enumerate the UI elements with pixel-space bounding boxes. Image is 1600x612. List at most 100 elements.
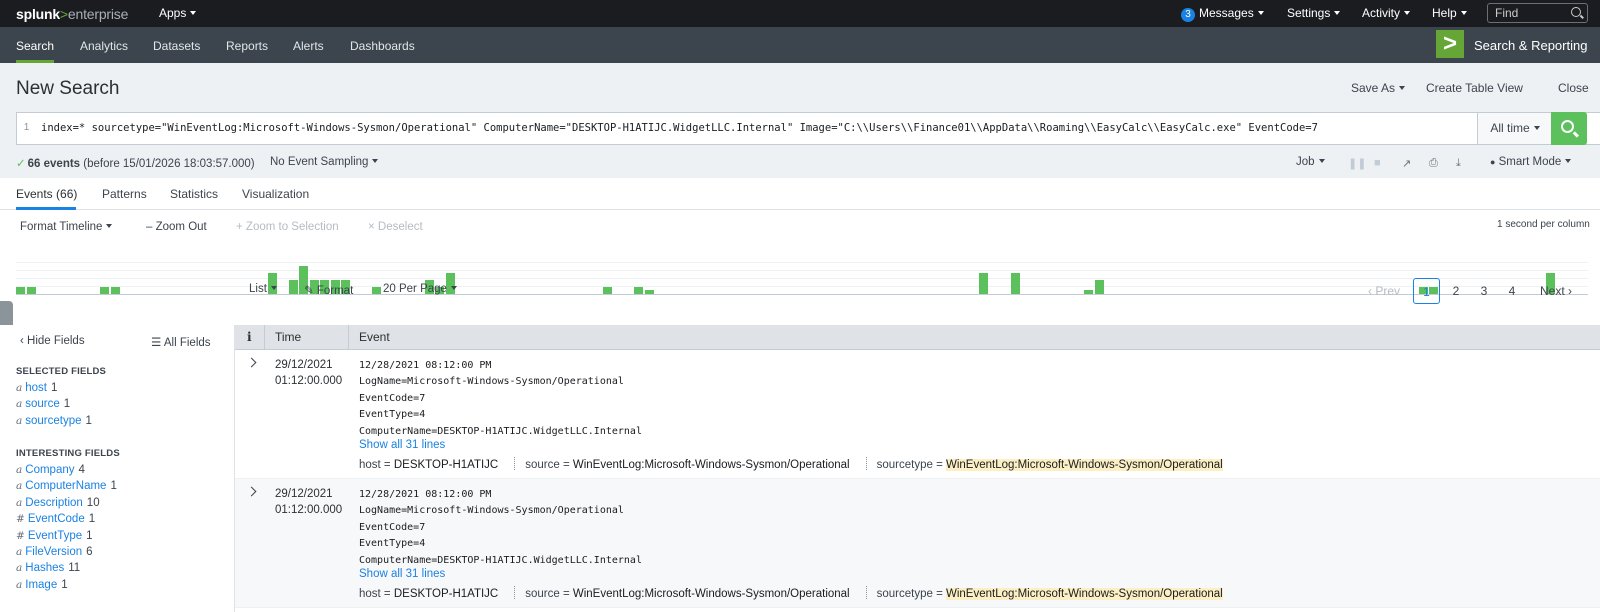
- sourcetype-value[interactable]: WinEventLog:Microsoft-Windows-Sysmon/Ope…: [946, 459, 1223, 471]
- field-item-eventtype[interactable]: # EventType 1: [16, 530, 93, 542]
- table-row: 29/12/2021 01:12:00.000 12/28/2021 08:12:0…: [235, 479, 1600, 608]
- save-as-button[interactable]: Save As: [1351, 81, 1406, 95]
- activity-menu[interactable]: Activity: [1362, 6, 1411, 20]
- messages-count-badge: 3: [1181, 8, 1195, 22]
- field-item-source[interactable]: a source 1: [16, 398, 70, 410]
- search-query-input[interactable]: index=* sourcetype="WinEventLog:Microsof…: [41, 122, 1318, 134]
- host-value[interactable]: DESKTOP-H1ATIJC: [394, 588, 498, 600]
- events-table: i Time Event 29/12/2021 01:12:00.000 12/28…: [235, 325, 1600, 612]
- next-page-button[interactable]: Next ›: [1536, 278, 1576, 304]
- zoom-to-selection-button[interactable]: + Zoom to Selection: [236, 221, 339, 233]
- all-fields-button[interactable]: ☰ All Fields: [151, 335, 211, 349]
- page-2-button[interactable]: 2: [1444, 278, 1468, 304]
- field-name: Description: [25, 496, 83, 509]
- expand-chevron-icon[interactable]: [246, 357, 257, 368]
- messages-menu[interactable]: 3 Messages: [1181, 6, 1264, 22]
- field-type-icon: a: [16, 414, 23, 427]
- create-table-view-button[interactable]: Create Table View: [1426, 81, 1523, 95]
- nav-datasets[interactable]: Datasets: [153, 39, 200, 53]
- page-1-button[interactable]: 1: [1413, 278, 1440, 304]
- chevron-left-icon: ‹: [1367, 284, 1372, 298]
- close-button[interactable]: Close: [1558, 81, 1589, 95]
- time-range-picker[interactable]: All time: [1477, 113, 1552, 144]
- bulb-icon: ●: [1490, 157, 1496, 167]
- selected-fields-header: SELECTED FIELDS: [16, 366, 107, 377]
- settings-menu[interactable]: Settings: [1287, 6, 1341, 20]
- format-timeline-dropdown[interactable]: Format Timeline: [20, 221, 113, 233]
- field-name: EventType: [27, 529, 83, 542]
- field-item-computername[interactable]: a ComputerName 1: [16, 480, 117, 492]
- hide-fields-button[interactable]: ‹ Hide Fields: [20, 335, 85, 347]
- tab-visualization[interactable]: Visualization: [242, 187, 309, 201]
- field-type-icon: a: [16, 562, 23, 575]
- field-item-sourcetype[interactable]: a sourcetype 1: [16, 415, 92, 427]
- deselect-button[interactable]: × Deselect: [368, 221, 423, 233]
- chevron-down-icon: [1533, 126, 1540, 130]
- share-icon[interactable]: ↗: [1402, 157, 1411, 170]
- event-time[interactable]: 29/12/2021 01:12:00.000: [275, 357, 342, 389]
- field-item-image[interactable]: a Image 1: [16, 579, 68, 591]
- field-count: 4: [78, 464, 85, 476]
- nav-dashboards[interactable]: Dashboards: [350, 39, 415, 53]
- nav-reports[interactable]: Reports: [226, 39, 268, 53]
- field-item-fileversion[interactable]: a FileVersion 6: [16, 546, 93, 558]
- page-3-button[interactable]: 3: [1472, 278, 1496, 304]
- fields-sidebar: ‹ Hide Fields ☰ All Fields SELECTED FIEL…: [0, 325, 235, 612]
- field-type-icon: a: [16, 398, 23, 411]
- search-mode-dropdown[interactable]: ● Smart Mode: [1490, 156, 1572, 168]
- field-item-eventcode[interactable]: # EventCode 1: [16, 513, 95, 525]
- event-raw-text: 12/28/2021 08:12:00 PM LogName=Microsoft…: [359, 360, 642, 437]
- field-item-hashes[interactable]: a Hashes 11: [16, 562, 80, 574]
- tab-patterns[interactable]: Patterns: [102, 187, 147, 201]
- nav-alerts[interactable]: Alerts: [293, 39, 324, 53]
- event-time[interactable]: 29/12/2021 01:12:00.000: [275, 486, 342, 518]
- field-name: sourcetype: [25, 414, 82, 427]
- source-value[interactable]: WinEventLog:Microsoft-Windows-Sysmon/Ope…: [573, 588, 850, 600]
- tab-events[interactable]: Events (66): [16, 187, 77, 201]
- field-item-description[interactable]: a Description 10: [16, 497, 100, 509]
- field-count: 1: [86, 529, 93, 542]
- time-column-header[interactable]: Time: [265, 325, 349, 350]
- field-item-company[interactable]: a Company 4: [16, 464, 85, 476]
- prev-page-button[interactable]: ‹ Prev: [1364, 278, 1404, 304]
- chevron-down-icon: [1460, 11, 1467, 15]
- export-icon[interactable]: ⤓: [1456, 157, 1461, 170]
- source-key: source =: [525, 588, 570, 600]
- page-4-button[interactable]: 4: [1500, 278, 1524, 304]
- tab-statistics[interactable]: Statistics: [170, 187, 218, 201]
- format-button[interactable]: ✎ Format: [304, 283, 353, 297]
- job-menu[interactable]: Job: [1296, 156, 1325, 168]
- event-column-header: Event: [359, 330, 390, 344]
- field-count: 1: [110, 480, 117, 493]
- event-sampling-dropdown[interactable]: No Event Sampling: [270, 156, 379, 168]
- splunk-logo[interactable]: splunk>enterprise: [16, 6, 128, 22]
- check-icon: ✓: [16, 158, 26, 170]
- sourcetype-value[interactable]: WinEventLog:Microsoft-Windows-Sysmon/Ope…: [946, 588, 1223, 600]
- chevron-down-icon: [450, 286, 457, 290]
- search-button[interactable]: [1551, 112, 1587, 145]
- field-name: Company: [25, 464, 75, 476]
- field-count: 1: [85, 414, 92, 427]
- list-view-dropdown[interactable]: List: [249, 283, 277, 295]
- host-value[interactable]: DESKTOP-H1ATIJC: [394, 459, 498, 471]
- show-all-lines-link[interactable]: Show all 31 lines: [359, 568, 445, 580]
- apps-menu[interactable]: Apps: [159, 6, 197, 20]
- print-icon[interactable]: ⎙: [1429, 157, 1438, 170]
- per-page-dropdown[interactable]: 20 Per Page: [383, 283, 457, 295]
- info-column-header: i: [235, 325, 265, 350]
- find-input[interactable]: Find: [1487, 3, 1588, 23]
- list-icon: ☰: [151, 337, 162, 349]
- chevron-down-icon: [1318, 159, 1325, 163]
- show-all-lines-link[interactable]: Show all 31 lines: [359, 439, 445, 451]
- stop-icon[interactable]: ■: [1374, 157, 1381, 169]
- pause-icon[interactable]: ❚❚: [1348, 157, 1366, 170]
- help-menu[interactable]: Help: [1432, 6, 1467, 20]
- chevron-down-icon: [106, 224, 113, 228]
- expand-chevron-icon[interactable]: [246, 486, 257, 497]
- nav-search[interactable]: Search: [16, 39, 54, 53]
- source-value[interactable]: WinEventLog:Microsoft-Windows-Sysmon/Ope…: [573, 459, 850, 471]
- line-number: 1: [23, 122, 30, 133]
- nav-analytics[interactable]: Analytics: [80, 39, 128, 53]
- zoom-out-button[interactable]: – Zoom Out: [146, 221, 207, 233]
- field-item-host[interactable]: a host 1: [16, 382, 57, 394]
